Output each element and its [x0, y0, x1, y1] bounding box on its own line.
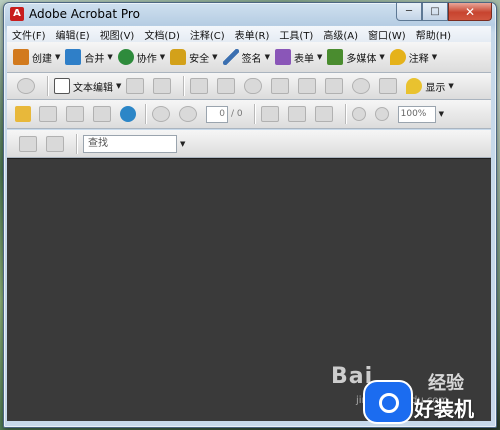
arrow-tool-icon[interactable] [271, 78, 290, 94]
comment-icon [389, 49, 406, 65]
hand-tool-icon[interactable] [287, 106, 306, 122]
oval-tool-icon[interactable] [352, 78, 371, 94]
search-toolbar: 查找 ▼ [7, 130, 491, 158]
page-total-label: / 0 [231, 109, 243, 119]
web-upload-icon[interactable] [120, 106, 136, 122]
collaborate-icon [117, 49, 134, 65]
open-folder-icon[interactable] [15, 106, 31, 122]
select-tool-icon[interactable] [260, 106, 279, 122]
multimedia-label: 多媒体 [346, 53, 377, 65]
combine-button[interactable]: 合并 ▼ [65, 49, 113, 65]
multimedia-icon [327, 49, 344, 65]
next-page-icon[interactable] [179, 106, 197, 122]
note-icon[interactable] [190, 78, 209, 94]
sign-button[interactable]: 签名 ▼ [222, 49, 270, 65]
menu-comments[interactable]: 注释(C) [185, 27, 230, 42]
undo-icon[interactable] [17, 78, 35, 94]
menu-help[interactable]: 帮助(H) [411, 27, 456, 42]
toolbar-separator [344, 104, 346, 124]
combine-files-icon [65, 49, 82, 65]
window-controls: ─ □ ✕ [396, 3, 492, 21]
toolbar-separator [145, 104, 146, 124]
find-dropdown-icon[interactable]: ▼ [180, 140, 185, 148]
secure-label: 安全 [189, 53, 210, 65]
textbox-icon[interactable] [217, 78, 236, 94]
save-icon[interactable] [66, 106, 84, 122]
pen-sign-icon [222, 49, 239, 65]
zoom-in-icon[interactable] [374, 107, 389, 121]
find-input[interactable]: 查找 [83, 134, 177, 153]
create-pdf-icon [13, 49, 29, 65]
show-comments-icon [406, 78, 423, 94]
acrobat-app-icon: A [10, 7, 24, 21]
menu-advanced[interactable]: 高级(A) [318, 27, 363, 42]
line-tool-icon[interactable] [298, 78, 317, 94]
watermark-brand: 好装机 [414, 397, 474, 421]
crop-icon[interactable] [153, 78, 172, 94]
create-button[interactable]: 创建 ▼ [13, 49, 60, 65]
comment-label: 注释 [408, 53, 429, 65]
window-title: Adobe Acrobat Pro [29, 7, 140, 21]
fit-page-icon[interactable] [19, 135, 37, 152]
collaborate-button[interactable]: 协作 ▼ [117, 49, 165, 65]
show-label: 显示 [425, 82, 446, 94]
menu-file[interactable]: 文件(F) [7, 27, 51, 42]
menu-forms[interactable]: 表单(R) [230, 27, 275, 42]
close-button[interactable]: ✕ [448, 3, 492, 21]
file-nav-toolbar: 0 / 0 100% ▼ [7, 100, 491, 129]
marquee-zoom-icon[interactable] [314, 106, 333, 122]
maximize-button[interactable]: □ [422, 3, 448, 21]
zoom-out-icon[interactable] [351, 107, 366, 121]
minimize-button[interactable]: ─ [396, 3, 422, 21]
forms-label: 表单 [293, 53, 314, 65]
toolbar-separator [183, 76, 185, 96]
stamp-icon[interactable] [126, 78, 145, 94]
previous-page-icon[interactable] [152, 106, 170, 122]
email-icon[interactable] [93, 106, 111, 122]
menu-tools[interactable]: 工具(T) [274, 27, 318, 42]
edit-toolbar: 文本编辑 ▼ 显示 ▼ [7, 73, 491, 100]
menu-document[interactable]: 文档(D) [139, 27, 185, 42]
print-icon[interactable] [39, 106, 57, 122]
document-area[interactable] [7, 158, 491, 421]
toolbar-separator [253, 104, 255, 124]
toolbar-separator [76, 133, 77, 154]
combine-label: 合并 [84, 53, 105, 65]
collaborate-label: 协作 [136, 53, 157, 65]
cloud-icon[interactable] [244, 78, 263, 94]
form-icon [274, 49, 291, 65]
comment-button[interactable]: 注释 ▼ [389, 49, 437, 65]
text-edit-button[interactable]: 文本编辑 ▼ [54, 78, 121, 94]
rectangle-tool-icon[interactable] [325, 78, 344, 94]
zoom-dropdown-icon[interactable]: ▼ [439, 110, 444, 118]
watermark-jingyan: 经验 [428, 373, 464, 394]
pencil-tool-icon[interactable] [379, 78, 398, 94]
lock-icon [170, 49, 187, 65]
forms-button[interactable]: 表单 ▼ [274, 49, 322, 65]
multimedia-button[interactable]: 多媒体 ▼ [327, 49, 385, 65]
menu-window[interactable]: 窗口(W) [363, 27, 411, 42]
sign-label: 签名 [241, 53, 262, 65]
toolbar-separator [47, 76, 48, 96]
tasks-toolbar: 创建 ▼ 合并 ▼ 协作 ▼ 安全 ▼ 签名 ▼ 表单 ▼ 多媒体 ▼ 注释 ▼ [7, 42, 491, 73]
text-edit-icon [54, 78, 70, 94]
zoom-level-input[interactable]: 100% [397, 105, 436, 123]
menu-edit[interactable]: 编辑(E) [51, 27, 95, 42]
show-button[interactable]: 显示 ▼ [406, 78, 454, 94]
create-label: 创建 [32, 53, 52, 65]
page-number-input[interactable]: 0 [206, 105, 228, 123]
full-screen-icon[interactable] [46, 135, 64, 152]
text-edit-label: 文本编辑 [73, 82, 113, 94]
secure-button[interactable]: 安全 ▼ [170, 49, 218, 65]
title-bar[interactable]: A Adobe Acrobat Pro ─ □ ✕ [4, 3, 496, 25]
brand-logo-icon [363, 380, 413, 424]
menu-view[interactable]: 视图(V) [95, 27, 140, 42]
menu-bar: 文件(F) 编辑(E) 视图(V) 文档(D) 注释(C) 表单(R) 工具(T… [7, 26, 491, 43]
